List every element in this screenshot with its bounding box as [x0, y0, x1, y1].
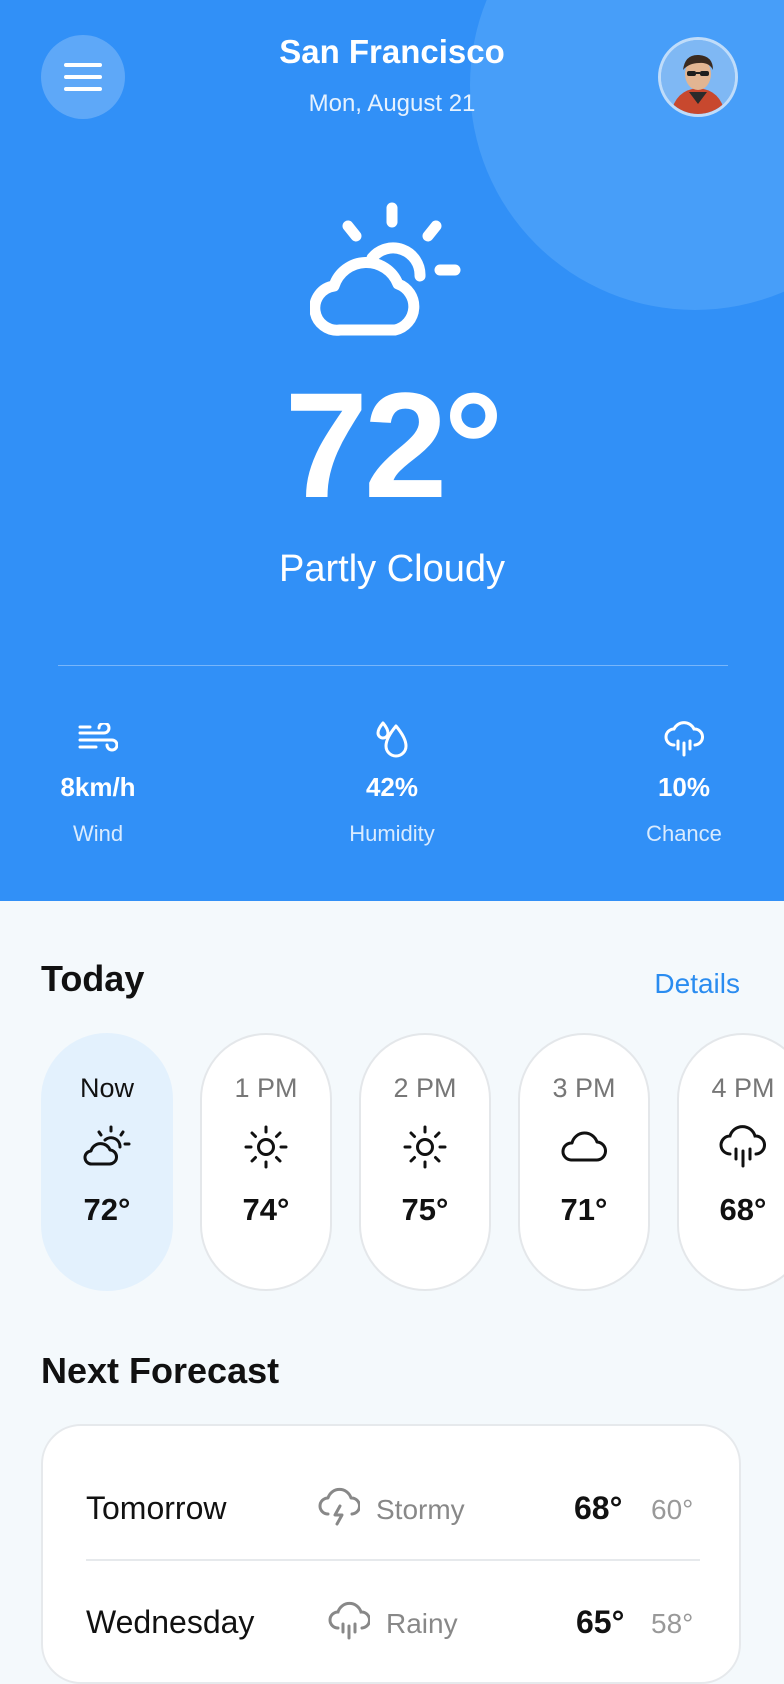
forecast-row-tomorrow[interactable]: Tomorrow Stormy 68° 60° [43, 1472, 743, 1542]
forecast-condition: Stormy [376, 1494, 465, 1525]
current-temperature: 72° [284, 361, 504, 529]
next-forecast-title: Next Forecast [41, 1350, 280, 1391]
hour-temp: 68° [719, 1192, 767, 1227]
details-link[interactable]: Details [654, 968, 740, 1000]
hero-divider [58, 665, 728, 666]
hour-time: 1 PM [234, 1073, 298, 1103]
rain-chance-icon [664, 721, 704, 757]
chance-label: Chance [646, 821, 722, 846]
hour-temp: 72° [83, 1192, 131, 1227]
sun-icon [403, 1125, 447, 1169]
stat-humidity: 42% Humidity [292, 718, 492, 847]
forecast-condition: Rainy [386, 1608, 458, 1639]
wind-value: 8km/h [60, 772, 136, 802]
current-condition: Partly Cloudy [279, 548, 505, 590]
stat-wind: 8km/h Wind [0, 718, 198, 847]
hour-card-now[interactable]: Now 72° [41, 1033, 173, 1291]
hour-temp: 75° [401, 1192, 449, 1227]
storm-icon [318, 1488, 360, 1526]
hour-temp: 71° [560, 1192, 608, 1227]
hour-temp: 74° [242, 1192, 290, 1227]
hour-time: 4 PM [711, 1073, 775, 1103]
partly-cloudy-icon [83, 1125, 131, 1166]
hour-time: Now [79, 1073, 134, 1103]
partly-cloudy-icon [310, 202, 461, 336]
forecast-high: 68° [574, 1490, 623, 1526]
hour-card-4pm[interactable]: 4 PM 68° [677, 1033, 784, 1291]
rain-icon [719, 1125, 766, 1168]
wind-icon [78, 723, 118, 752]
stat-chance: 10% Chance [584, 718, 784, 847]
humidity-icon [376, 721, 408, 758]
forecast-row-wednesday[interactable]: Wednesday Rainy 65° 58° [43, 1586, 743, 1656]
weather-hero: San Francisco Mon, August 21 72° Partly … [0, 0, 784, 901]
next-forecast-card: Tomorrow Stormy 68° 60° Wednesday Rainy … [41, 1424, 741, 1684]
forecast-divider [86, 1559, 700, 1561]
user-avatar-image [661, 40, 735, 114]
wind-label: Wind [72, 821, 124, 846]
hourly-forecast-list: Now 72° 1 PM 74° 2 PM 75° 3 PM 71° 4 PM … [0, 1033, 784, 1293]
hour-time: 2 PM [393, 1073, 457, 1103]
avatar[interactable] [658, 37, 738, 117]
forecast-high: 65° [576, 1604, 625, 1640]
cloud-icon [561, 1131, 607, 1162]
sun-icon [244, 1125, 288, 1169]
humidity-label: Humidity [349, 821, 435, 846]
forecast-low: 60° [651, 1494, 694, 1525]
forecast-day: Wednesday [86, 1604, 255, 1640]
humidity-value: 42% [365, 772, 419, 802]
rain-icon [328, 1602, 370, 1640]
hour-card-2pm[interactable]: 2 PM 75° [359, 1033, 491, 1291]
today-title: Today [41, 958, 145, 999]
hour-card-1pm[interactable]: 1 PM 74° [200, 1033, 332, 1291]
chance-value: 10% [657, 772, 711, 802]
hour-card-3pm[interactable]: 3 PM 71° [518, 1033, 650, 1291]
hour-time: 3 PM [552, 1073, 616, 1103]
forecast-day: Tomorrow [86, 1490, 227, 1526]
forecast-low: 58° [651, 1608, 694, 1639]
